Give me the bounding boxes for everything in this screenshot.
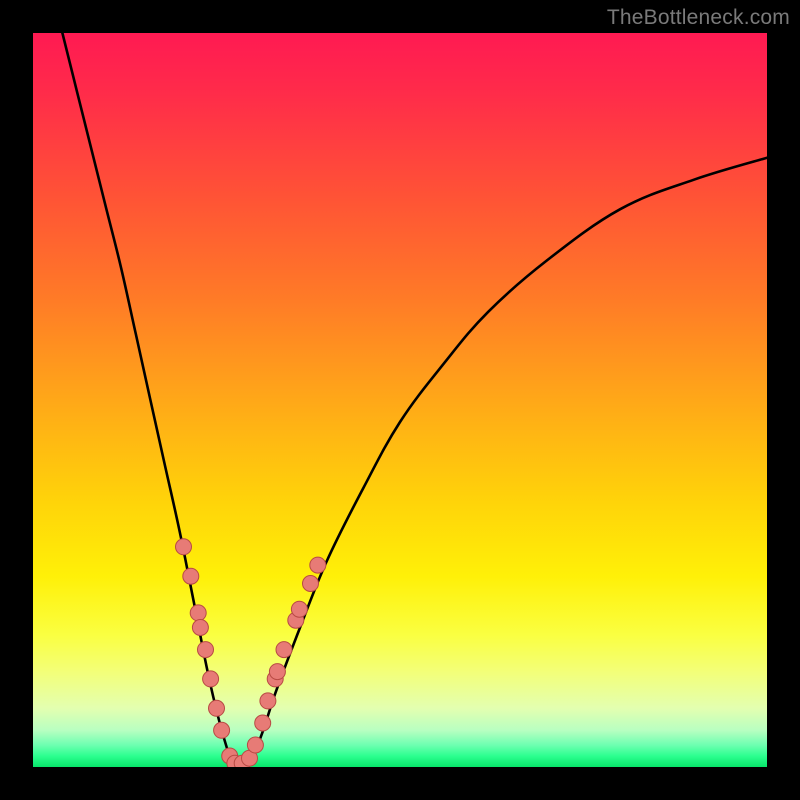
curve-marker: [291, 601, 307, 617]
watermark-text: TheBottleneck.com: [607, 6, 790, 30]
curve-marker: [198, 642, 214, 658]
curve-marker: [176, 539, 192, 555]
bottleneck-curve: [62, 33, 767, 767]
curve-marker: [276, 642, 292, 658]
curve-marker: [190, 605, 206, 621]
curve-marker: [260, 693, 276, 709]
curve-marker: [203, 671, 219, 687]
chart-frame: TheBottleneck.com: [0, 0, 800, 800]
curve-layer: [33, 33, 767, 767]
curve-marker: [183, 568, 199, 584]
curve-marker: [310, 557, 326, 573]
curve-marker: [214, 722, 230, 738]
plot-area: [33, 33, 767, 767]
curve-marker: [209, 700, 225, 716]
curve-marker: [269, 664, 285, 680]
curve-marker: [255, 715, 271, 731]
curve-markers: [176, 539, 326, 767]
curve-marker: [247, 737, 263, 753]
curve-marker: [303, 576, 319, 592]
curve-marker: [192, 620, 208, 636]
